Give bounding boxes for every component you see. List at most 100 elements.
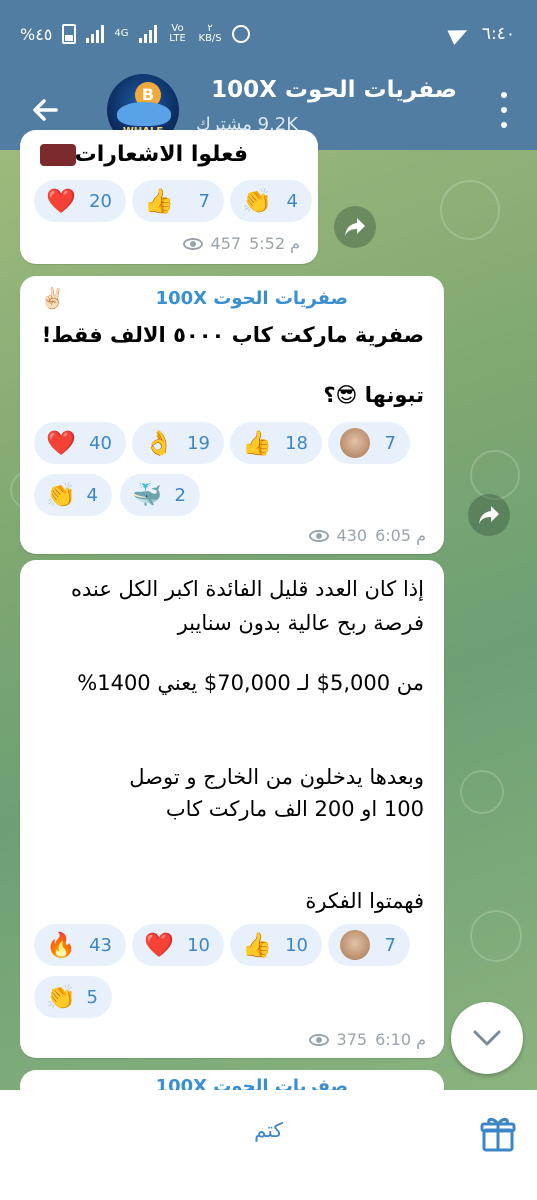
message-author[interactable]: صفريات الحوت 100X [156,288,348,309]
reaction-count: 7 [384,432,396,454]
doodle-shape [440,180,500,240]
doodle-shape [460,770,504,814]
network-type: 4G [114,28,129,39]
clock: ٦:٤٠ [481,24,515,44]
reaction-count: 2 [174,484,186,506]
signal-icon-2 [138,25,157,43]
message-bubble[interactable]: إذا كان العدد قليل الفائدة اكبر الكل عند… [20,560,444,1058]
message-time: 6:05 م [375,526,426,545]
message-line: صفرية ماركت كاب ٥٠٠٠ الالف فقط! [41,323,424,347]
message-line: تبونها 😎؟ [323,383,424,407]
heart-icon: ❤️ [144,931,174,959]
reaction-count: 10 [285,934,308,956]
reaction-count: 20 [89,190,112,212]
status-right: ٦:٤٠ [447,22,515,46]
view-count: 430 [336,526,368,545]
reaction-whale[interactable]: 🐳 2 [120,474,200,516]
reactor-avatar [340,428,370,458]
message-time: 6:10 م [375,1030,426,1049]
net-speed-unit: KB/S [198,33,222,44]
author-emoji: ✌🏻 [40,286,65,310]
doodle-shape [470,450,520,500]
share-button[interactable] [468,494,510,536]
reaction-count: 4 [286,190,298,212]
message-meta: 375 6:10 م [308,1030,426,1049]
reaction-clap[interactable]: 👏 4 [230,180,312,222]
message-line: فرصة ربح عالية بدون سنايبر [177,611,424,635]
reaction-count: 18 [285,432,308,454]
clap-icon: 👏 [46,481,76,509]
message-line: وبعدها يدخلون من الخارج و توصل [129,765,424,789]
heart-icon: ❤️ [46,187,76,215]
share-button[interactable] [334,206,376,248]
message-line: إذا كان العدد قليل الفائدة اكبر الكل عند… [70,577,424,601]
reaction-clap[interactable]: 👏 4 [34,474,112,516]
reaction-clap[interactable]: 👏 5 [34,976,112,1018]
message-meta: 430 6:05 م [308,526,426,545]
share-arrow-icon [345,218,365,236]
clap-icon: 👏 [46,983,76,1011]
reactor-avatar [340,930,370,960]
whale-icon [117,102,171,126]
gift-icon[interactable] [478,1114,518,1154]
chevron-down-icon [473,1030,501,1046]
net-speed: ٢ KB/S [199,24,222,44]
gift-box-icon [40,144,76,166]
status-bar: %٤٥ 4G Vo LTE ٢ KB/S ٦:٤٠ [0,0,537,70]
reaction-heart[interactable]: ❤️ 20 [34,180,126,222]
view-count: 457 [210,234,242,253]
message-time: 5:52 م [249,234,300,253]
reaction-fire[interactable]: 🔥 43 [34,924,126,966]
reaction-heart[interactable]: ❤️ 10 [132,924,224,966]
message-partial-text: فعلوا الاشعارات [74,142,248,167]
channel-title[interactable]: صفريات الحوت 100X ✌🏻 [197,76,457,103]
more-menu-icon[interactable] [499,92,509,128]
telegram-icon [447,22,471,46]
message-line: من 5,000$ لـ 70,000$ يعني 1400% [77,671,424,695]
reaction-thumbs-up[interactable]: 👍 7 [132,180,224,222]
reaction-thumbs-up[interactable]: 👍 10 [230,924,322,966]
fire-icon: 🔥 [46,931,76,959]
reaction-count: 7 [198,190,210,212]
volte-label: Vo LTE [169,23,186,44]
signal-icon [86,25,105,43]
thumbs-up-icon: 👍 [242,429,272,457]
alarm-icon [231,25,250,43]
clap-icon: 👏 [242,187,272,215]
views-eye-icon [308,529,329,542]
status-left: %٤٥ 4G Vo LTE ٢ KB/S [20,24,250,44]
share-arrow-icon [479,506,499,524]
bottom-bar: كتم [0,1090,537,1200]
scroll-down-button[interactable] [451,1002,523,1074]
reaction-heart[interactable]: ❤️ 40 [34,422,126,464]
reaction-count: 40 [89,432,112,454]
reaction-count: 43 [89,934,112,956]
reaction-count: 10 [187,934,210,956]
whale-emoji-icon: 🐳 [132,481,162,509]
message-line: 100 او 200 الف ماركت كاب [165,797,424,821]
view-count: 375 [336,1030,368,1049]
reaction-ok-hand[interactable]: 👌 19 [132,422,224,464]
views-eye-icon [308,1033,329,1046]
reaction-count: 4 [86,484,98,506]
battery-icon [62,24,77,44]
ok-hand-icon: 👌 [144,429,174,457]
mute-button[interactable]: كتم [0,1100,537,1160]
message-bubble[interactable]: صفريات الحوت 100X ✌🏻 صفرية ماركت كاب ٥٠٠… [20,276,444,554]
back-arrow-icon[interactable] [26,90,66,130]
views-eye-icon [182,237,203,250]
thumbs-up-icon: 👍 [242,931,272,959]
message-bubble[interactable]: فعلوا الاشعارات ❤️ 20 👍 7 👏 4 457 5:52 م [20,130,318,264]
reaction-count: 5 [86,986,98,1008]
thumbs-up-icon: 👍 [144,187,174,215]
battery-level: %٤٥ [20,24,53,44]
reaction-thumbs-up[interactable]: 👍 18 [230,422,322,464]
reaction-user-avatar[interactable]: 7 [328,924,410,966]
reaction-user-avatar[interactable]: 7 [328,422,410,464]
heart-icon: ❤️ [46,429,76,457]
message-line: فهمتوا الفكرة [305,889,424,913]
message-meta: 457 5:52 م [182,234,300,253]
reaction-count: 7 [384,934,396,956]
doodle-shape [470,910,522,962]
reaction-count: 19 [187,432,210,454]
